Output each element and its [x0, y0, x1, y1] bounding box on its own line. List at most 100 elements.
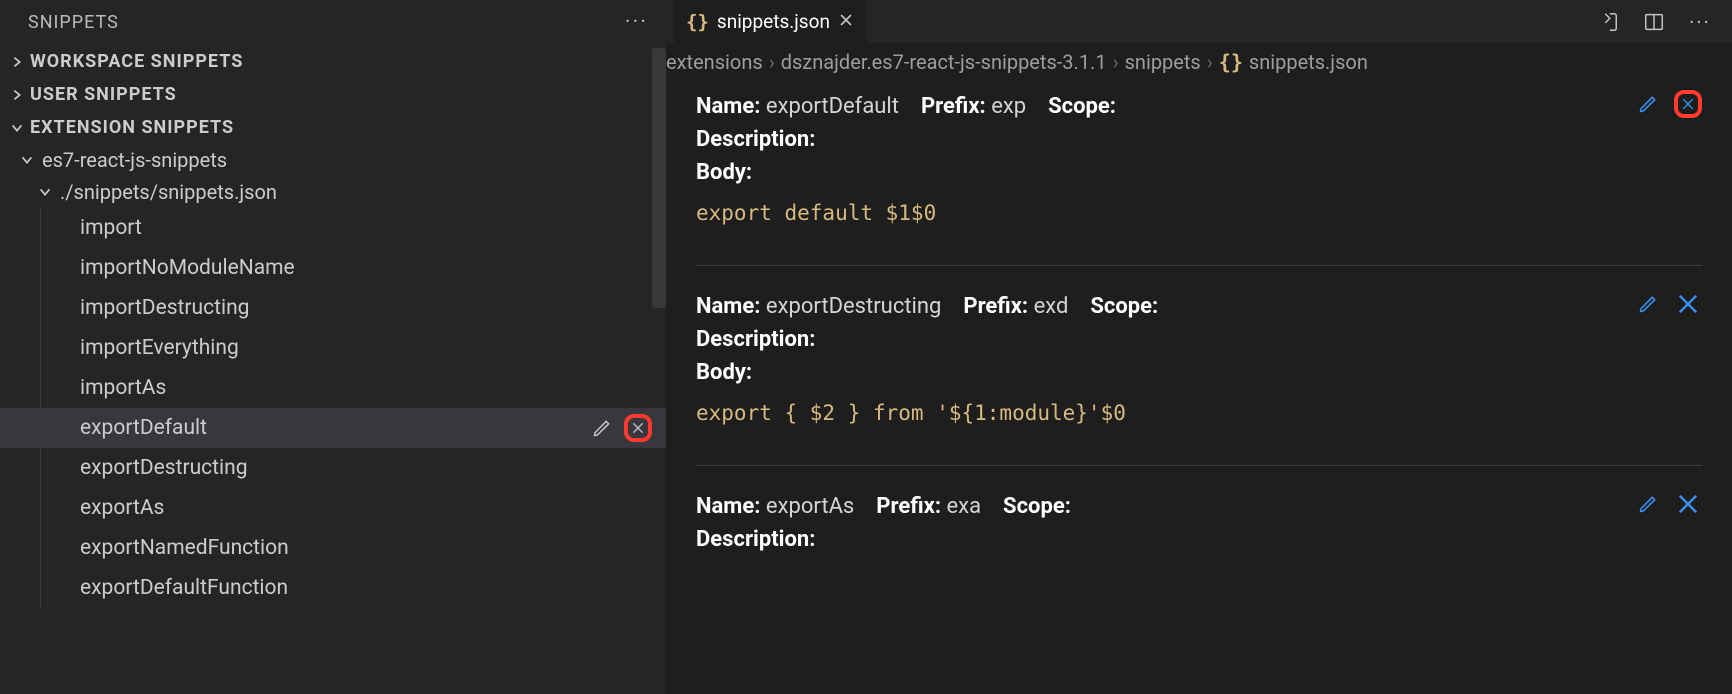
breadcrumb-separator-icon: › [769, 50, 775, 74]
body-label: Body: [696, 360, 752, 385]
name-label: Name: [696, 494, 760, 519]
prefix-label: Prefix: [963, 294, 1028, 319]
section-label: EXTENSION SNIPPETS [30, 117, 234, 138]
snippet-list-item[interactable]: importNoModuleName [0, 248, 666, 288]
more-actions-icon[interactable]: ··· [1686, 8, 1714, 36]
snippet-list: import importNoModuleName importDestructin… [0, 208, 666, 608]
section-label: USER SNIPPETS [30, 84, 177, 105]
chevron-down-icon [18, 151, 36, 169]
sidebar-header: SNIPPETS ··· [0, 0, 666, 45]
breadcrumb-part[interactable]: snippets [1125, 50, 1201, 74]
delete-icon[interactable] [1674, 490, 1702, 518]
more-actions-icon[interactable]: ··· [625, 10, 648, 35]
breadcrumb-file-label: snippets.json [1249, 50, 1368, 74]
snippet-item-label: exportDestructing [80, 456, 248, 480]
snippet-item-label: exportDefaultFunction [80, 576, 288, 600]
tree-label: ./snippets/snippets.json [60, 180, 277, 204]
body-line: Body: [696, 156, 1702, 189]
snippet-detail-block: Name: exportAs Prefix: exa Scope: Descri… [696, 484, 1702, 574]
toggle-changes-icon[interactable] [1594, 8, 1622, 36]
snippet-item-label: importEverything [80, 336, 239, 360]
snippet-header-actions [1634, 290, 1702, 318]
tree-snippets-file[interactable]: ./snippets/snippets.json [0, 176, 666, 208]
snippet-item-label: exportNamedFunction [80, 536, 289, 560]
json-file-icon: {} [1219, 50, 1243, 74]
snippet-header-line: Name: exportDefault Prefix: exp Scope: [696, 90, 1702, 123]
name-label: Name: [696, 294, 760, 319]
split-editor-icon[interactable] [1640, 8, 1668, 36]
section-workspace-snippets[interactable]: WORKSPACE SNIPPETS [0, 45, 666, 78]
editor: {} snippets.json ··· extensions › dsznaj… [666, 0, 1732, 694]
body-label: Body: [696, 160, 752, 185]
section-label: WORKSPACE SNIPPETS [30, 51, 243, 72]
delete-icon[interactable] [1674, 290, 1702, 318]
snippet-item-label: exportDefault [80, 416, 207, 440]
chevron-right-icon [8, 86, 26, 104]
description-label: Description: [696, 327, 815, 352]
breadcrumb-part[interactable]: extensions [666, 50, 763, 74]
snippet-item-label: import [80, 216, 142, 240]
snippet-item-label: importDestructing [80, 296, 249, 320]
snippet-list-item[interactable]: exportDestructing [0, 448, 666, 488]
delete-icon[interactable] [1674, 90, 1702, 118]
tree-label: es7-react-js-snippets [42, 148, 227, 172]
divider [696, 465, 1702, 466]
json-file-icon: {} [686, 11, 709, 33]
description-line: Description: [696, 123, 1702, 156]
delete-icon[interactable] [624, 414, 652, 442]
tab-snippets-json[interactable]: {} snippets.json [674, 0, 866, 44]
name-value: exportDestructing [766, 294, 941, 319]
sidebar: SNIPPETS ··· WORKSPACE SNIPPETS USER SNI… [0, 0, 666, 694]
edit-icon[interactable] [1634, 290, 1662, 318]
prefix-value: exa [947, 494, 982, 519]
chevron-down-icon [8, 119, 26, 137]
tab-bar: {} snippets.json ··· [666, 0, 1732, 44]
snippet-list-item[interactable]: importDestructing [0, 288, 666, 328]
snippet-list-item[interactable]: exportDefaultFunction [0, 568, 666, 608]
chevron-down-icon [36, 183, 54, 201]
sidebar-scrollbar[interactable] [652, 48, 666, 308]
snippet-header-line: Name: exportAs Prefix: exa Scope: [696, 490, 1702, 523]
snippet-list-item[interactable]: importAs [0, 368, 666, 408]
snippet-list-item[interactable]: exportDefault [0, 408, 666, 448]
snippet-list-item[interactable]: importEverything [0, 328, 666, 368]
snippet-item-actions [588, 414, 652, 442]
scope-label: Scope: [1090, 294, 1158, 319]
prefix-label: Prefix: [921, 94, 986, 119]
tab-label: snippets.json [717, 10, 830, 33]
edit-icon[interactable] [588, 414, 616, 442]
scope-label: Scope: [1048, 94, 1116, 119]
close-tab-icon[interactable] [838, 10, 854, 33]
description-label: Description: [696, 527, 815, 552]
name-value: exportDefault [766, 94, 899, 119]
edit-icon[interactable] [1634, 490, 1662, 518]
breadcrumb-separator-icon: › [1207, 50, 1213, 74]
prefix-value: exd [1034, 294, 1069, 319]
divider [696, 265, 1702, 266]
chevron-right-icon [8, 53, 26, 71]
snippet-item-label: importNoModuleName [80, 256, 295, 280]
prefix-value: exp [991, 94, 1026, 119]
breadcrumb-separator-icon: › [1113, 50, 1119, 74]
tree-extension-name[interactable]: es7-react-js-snippets [0, 144, 666, 176]
breadcrumb-file[interactable]: {} snippets.json [1219, 50, 1368, 74]
edit-icon[interactable] [1634, 90, 1662, 118]
section-extension-snippets[interactable]: EXTENSION SNIPPETS [0, 111, 666, 144]
scope-label: Scope: [1003, 494, 1071, 519]
description-line: Description: [696, 323, 1702, 356]
body-line: Body: [696, 356, 1702, 389]
section-user-snippets[interactable]: USER SNIPPETS [0, 78, 666, 111]
editor-content: Name: exportDefault Prefix: exp Scope: D… [666, 80, 1732, 694]
name-label: Name: [696, 94, 760, 119]
snippet-body-code: export { $2 } from '${1:module}'$0 [696, 389, 1702, 429]
breadcrumb-part[interactable]: dsznajder.es7-react-js-snippets-3.1.1 [781, 50, 1107, 74]
snippet-header-line: Name: exportDestructing Prefix: exd Scop… [696, 290, 1702, 323]
snippet-detail-block: Name: exportDefault Prefix: exp Scope: D… [696, 84, 1702, 247]
snippet-list-item[interactable]: exportNamedFunction [0, 528, 666, 568]
snippet-header-actions [1634, 490, 1702, 518]
snippet-header-actions [1634, 90, 1702, 118]
breadcrumbs[interactable]: extensions › dsznajder.es7-react-js-snip… [666, 44, 1732, 80]
description-label: Description: [696, 127, 815, 152]
snippet-list-item[interactable]: import [0, 208, 666, 248]
snippet-list-item[interactable]: exportAs [0, 488, 666, 528]
